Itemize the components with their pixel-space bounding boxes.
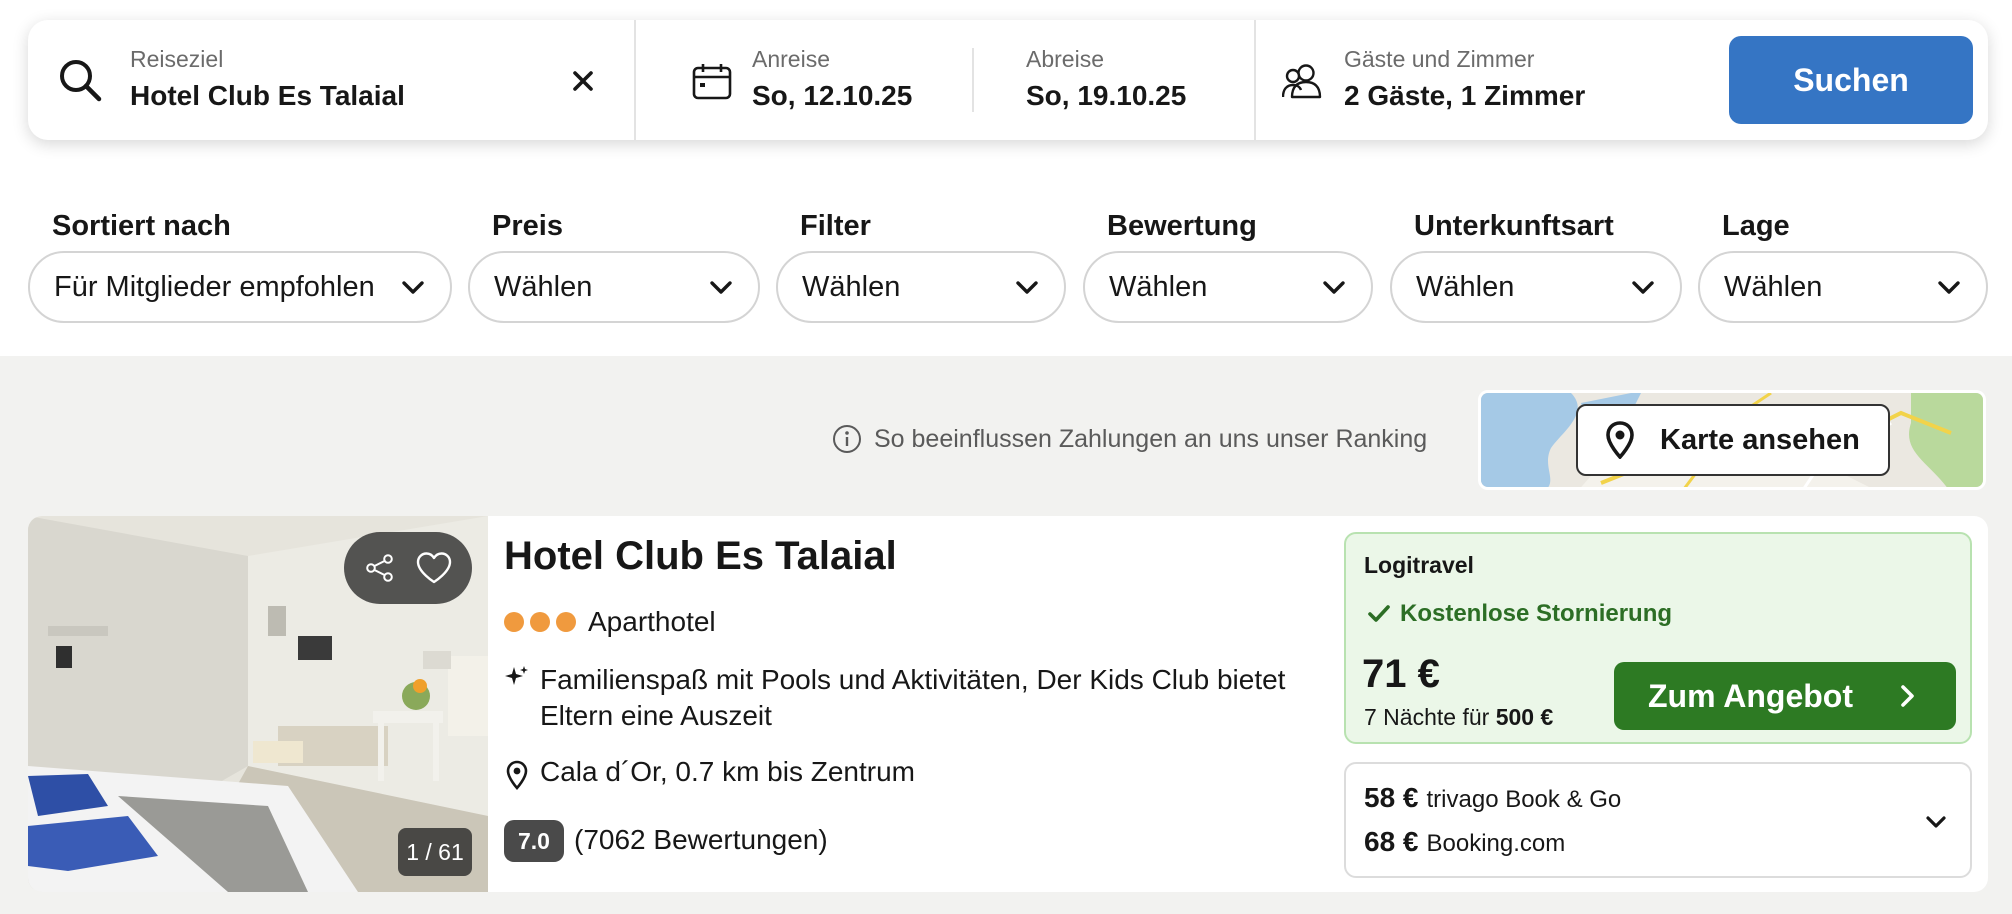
nights-text: 7 Nächte für [1364,704,1490,730]
chevron-down-icon [402,281,424,294]
other-offers[interactable]: 58 € trivago Book & Go 68 € Booking.com [1344,762,1972,878]
featured-offer[interactable]: Logitravel Kostenlose Stornierung 71 € 7… [1344,532,1972,744]
chevron-down-icon [1632,281,1654,294]
total-price: 500 € [1495,704,1554,730]
star-dot [530,612,550,632]
filter-select[interactable]: Wählen [776,251,1066,323]
destination-field[interactable]: Reiseziel Hotel Club Es Talaial [28,20,634,140]
checkout-label: Abreise [1026,46,1104,72]
free-cancellation: Kostenlose Stornierung [1368,600,1672,628]
hotel-photo[interactable]: 1 / 61 [28,516,488,892]
heart-icon[interactable] [415,551,453,585]
share-icon[interactable] [364,552,396,584]
chevron-down-icon[interactable] [1924,810,1948,834]
filter-label-filter: Filter [800,210,871,242]
other-offer-row[interactable]: 58 € trivago Book & Go [1364,782,1621,814]
filter-label-rating: Bewertung [1107,210,1257,242]
hotel-name[interactable]: Hotel Club Es Talaial [504,534,897,579]
sort-select[interactable]: Für Mitglieder empfohlen [28,251,452,323]
view-deal-button[interactable]: Zum Angebot [1614,662,1956,730]
accommodation-type: Aparthotel [588,606,716,637]
hotel-highlight: Familienspaß mit Pools und Aktivitäten, … [540,664,1286,731]
hotel-location[interactable]: Cala d´Or, 0.7 km bis Zentrum [540,756,915,788]
review-count[interactable]: (7062 Bewertungen) [574,824,828,856]
guests-label: Gäste und Zimmer [1344,46,1535,72]
chevron-down-icon [1323,281,1345,294]
checkout-field[interactable]: Abreise So, 19.10.25 [974,20,1254,140]
filter-label-location: Lage [1722,210,1790,242]
price-select[interactable]: Wählen [468,251,760,323]
hotel-card[interactable]: 1 / 61 Hotel Club Es Talaial Aparthotel … [28,516,1988,892]
location-select-value: Wählen [1724,270,1823,303]
filter-select-value: Wählen [802,270,901,303]
filter-label-sort: Sortiert nach [52,210,231,242]
free-cancellation-text: Kostenlose Stornierung [1400,600,1673,627]
checkin-value: So, 12.10.25 [752,80,913,111]
photo-counter: 1 / 61 [398,828,472,876]
other-offer-partner: Booking.com [1426,830,1566,857]
photo-actions [344,532,472,604]
sparkle-icon [505,666,528,685]
chevron-right-icon [1901,685,1914,707]
guests-icon [1282,64,1322,99]
view-deal-label: Zum Angebot [1648,677,1853,714]
search-icon [60,60,102,102]
offer-price: 71 € [1362,652,1440,696]
checkout-value: So, 19.10.25 [1026,80,1187,111]
view-map-button[interactable]: Karte ansehen [1576,404,1890,476]
chevron-down-icon [710,281,732,294]
checkin-label: Anreise [752,46,830,72]
accommodation-select[interactable]: Wählen [1390,251,1682,323]
calendar-icon [692,64,732,100]
map-pin-icon [1606,421,1634,459]
other-offer-price: 58 € [1364,782,1419,813]
rating-select[interactable]: Wählen [1083,251,1373,323]
destination-value: Hotel Club Es Talaial [130,80,405,111]
search-button[interactable]: Suchen [1729,36,1973,124]
search-bar: Reiseziel Hotel Club Es Talaial Anreise … [28,20,1988,140]
ranking-info-text: So beeinflussen Zahlungen an uns unser R… [874,424,1428,453]
clear-icon[interactable] [572,70,594,92]
rating-select-value: Wählen [1109,270,1208,303]
other-offer-partner: trivago Book & Go [1426,786,1622,813]
guests-value: 2 Gäste, 1 Zimmer [1344,80,1586,111]
view-map-label: Karte ansehen [1660,423,1860,456]
rating-badge[interactable]: 7.0 [504,820,564,862]
price-select-value: Wählen [494,270,593,303]
chevron-down-icon [1938,281,1960,294]
other-offer-price: 68 € [1364,826,1419,857]
chevron-down-icon [1016,281,1038,294]
offer-partner: Logitravel [1364,552,1474,578]
check-icon [1368,605,1390,622]
star-rating [504,612,576,632]
star-dot [504,612,524,632]
checkin-field[interactable]: Anreise So, 12.10.25 [636,20,1000,140]
guests-field[interactable]: Gäste und Zimmer 2 Gäste, 1 Zimmer [1256,20,1716,140]
star-dot [556,612,576,632]
location-pin-icon [506,760,528,790]
destination-label: Reiseziel [130,46,224,72]
other-offer-row[interactable]: 68 € Booking.com [1364,826,1565,858]
location-select[interactable]: Wählen [1698,251,1988,323]
accommodation-select-value: Wählen [1416,270,1515,303]
offer-total: 7 Nächte für 500 € [1364,704,1553,731]
sort-select-value: Für Mitglieder empfohlen [54,270,375,303]
filter-label-accommodation: Unterkunftsart [1414,210,1614,242]
filter-label-price: Preis [492,210,563,242]
ranking-info-link[interactable]: So beeinflussen Zahlungen an uns unser R… [832,424,1427,454]
info-icon [833,425,861,453]
